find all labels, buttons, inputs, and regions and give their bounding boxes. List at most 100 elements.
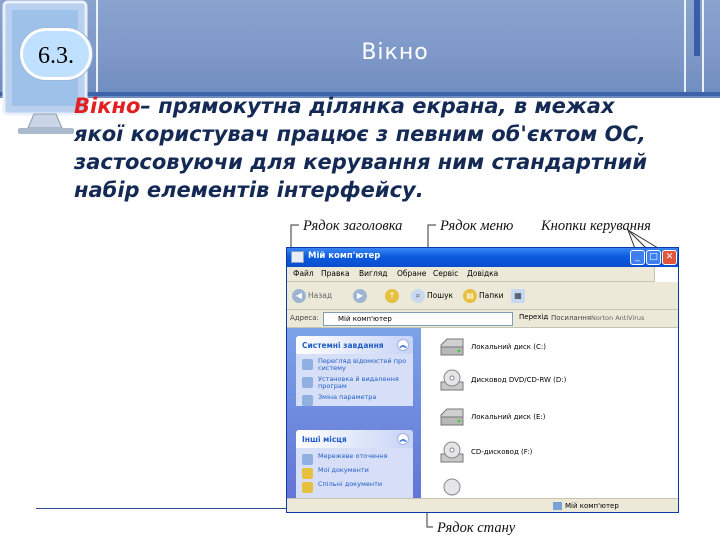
list-item[interactable]: Дисковод DVD/CD-RW (D:) [439, 366, 659, 396]
sidebar-item-label: Спільні документи [318, 480, 383, 488]
computer-icon [291, 251, 304, 263]
sidebar-item-label: Перегляд відомостей про систему [318, 357, 407, 372]
list-item[interactable]: CD-дисковод (F:) [439, 438, 659, 468]
back-label: Назад [308, 291, 333, 300]
slide-number-badge: 6.3. [20, 28, 92, 80]
header-divider [702, 0, 704, 92]
sidebar-item-system-info[interactable]: Перегляд відомостей про систему [296, 358, 413, 376]
slide: Вікно 6.3. Вікно– прямокутна ділянка екр… [0, 0, 720, 540]
sidebar-item-change-setting[interactable]: Зміна параметра [296, 394, 413, 408]
folder-icon [302, 468, 313, 479]
menu-bar: Файл Правка Вигляд Обране Сервіс Довідка [287, 267, 678, 282]
header-divider [684, 0, 686, 92]
sidebar-item-network[interactable]: Мережеве оточення [296, 453, 413, 467]
sidebar-item-my-documents[interactable]: Мої документи [296, 467, 413, 481]
footer-rule [36, 508, 286, 509]
folders-icon: ▤ [463, 289, 477, 303]
menu-edit[interactable]: Правка [321, 269, 350, 278]
definition-line-4: набір елементів інтерфейсу. [74, 178, 424, 202]
definition-line-3: застосовуючи для керування ним стандартн… [74, 150, 648, 174]
callout-menu-bar: Рядок меню [440, 218, 514, 234]
sidebar-item-label: Мої документи [318, 466, 369, 474]
system-tasks-title: Системні завдання [302, 341, 384, 350]
definition-line-1-rest: – прямокутна ділянка екрана, в межах [140, 94, 615, 118]
control-panel-icon [302, 395, 313, 406]
menu-help[interactable]: Довідка [467, 269, 498, 278]
slide-title: Вікно [361, 40, 429, 65]
system-tasks-header[interactable]: Системні завдання ︽ [296, 336, 413, 354]
window-title-bar[interactable]: Мій комп'ютер _ □ ✕ [287, 248, 678, 267]
address-label: Адреса: [290, 314, 319, 322]
close-button[interactable]: ✕ [662, 250, 677, 265]
other-places-title: Інші місця [302, 435, 347, 444]
header-accent-bar [694, 0, 700, 56]
up-folder-button[interactable]: ↑ [385, 288, 401, 304]
go-button[interactable]: Перехід [519, 313, 548, 321]
menu-favorites[interactable]: Обране [397, 269, 426, 278]
minimize-button[interactable]: _ [630, 250, 645, 265]
drive-label: Локальний диск (C:) [471, 343, 546, 351]
collapse-chevron-icon[interactable]: ︽ [397, 433, 409, 445]
menu-tools[interactable]: Сервіс [433, 269, 458, 278]
views-button[interactable]: ▦ [511, 288, 527, 304]
definition-line-2: якої користувач працює з певним об'єктом… [74, 122, 646, 146]
folders-button[interactable]: ▤ Папки [463, 288, 504, 304]
up-folder-icon: ↑ [385, 289, 399, 303]
status-bar: Мій комп'ютер [287, 498, 678, 512]
cd-drive-icon [440, 441, 464, 463]
hard-drive-icon [440, 408, 464, 426]
toolbar: ◀ Назад ▶ ↑ ⌕ Пошук ▤ Папки ▦ [287, 282, 678, 310]
menu-view[interactable]: Вигляд [359, 269, 387, 278]
slide-number: 6.3. [38, 43, 74, 69]
other-places-panel: Інші місця ︽ Мережеве оточення Мої докуме… [296, 430, 413, 500]
drive-label: CD-дисковод (F:) [471, 448, 533, 456]
drive-icon [443, 478, 461, 496]
programs-icon [302, 377, 313, 388]
folder-icon [302, 482, 313, 493]
sidebar-item-shared-documents[interactable]: Спільні документи [296, 481, 413, 495]
definition-term: Вікно [74, 94, 141, 118]
callout-control-buttons: Кнопки керування [541, 218, 651, 234]
status-text: Мій комп'ютер [553, 502, 619, 510]
dvd-drive-icon [440, 369, 464, 391]
search-icon: ⌕ [411, 289, 425, 303]
list-item[interactable]: Локальний диск (C:) [439, 333, 659, 363]
address-bar: Адреса: Мій комп'ютер Перехід Посилання … [287, 310, 678, 328]
views-icon: ▦ [511, 289, 525, 303]
callout-title-bar: Рядок заголовка [303, 218, 403, 234]
network-icon [302, 454, 313, 465]
folders-label: Папки [479, 291, 504, 300]
window-title: Мій комп'ютер [308, 251, 381, 261]
drive-label: Локальний диск (E:) [471, 413, 546, 421]
address-field[interactable]: Мій комп'ютер [323, 312, 513, 326]
definition-text: Вікно– прямокутна ділянка екрана, в межа… [74, 92, 720, 204]
norton-antivirus-button[interactable]: Norton AntiVirus [591, 314, 644, 322]
drive-label: Дисковод DVD/CD-RW (D:) [471, 376, 567, 384]
menu-file[interactable]: Файл [293, 269, 314, 278]
explorer-window[interactable]: Мій комп'ютер _ □ ✕ Файл Правка Вигляд О… [286, 247, 679, 513]
system-tasks-panel: Системні завдання ︽ Перегляд відомостей п… [296, 336, 413, 406]
sidebar-item-label: Мережеве оточення [318, 452, 388, 460]
back-arrow-icon: ◀ [292, 289, 306, 303]
sidebar-item-label: Установка й видалення програм [318, 375, 399, 390]
sidebar-item-label: Зміна параметра [318, 393, 377, 401]
list-item[interactable]: Локальний диск (E:) [439, 403, 659, 433]
collapse-chevron-icon[interactable]: ︽ [397, 339, 409, 351]
system-info-icon [302, 359, 313, 370]
maximize-button[interactable]: □ [646, 250, 661, 265]
task-sidebar: Системні завдання ︽ Перегляд відомостей п… [287, 328, 421, 500]
slide-header: Вікно [0, 0, 720, 98]
links-label[interactable]: Посилання [551, 314, 591, 322]
other-places-header[interactable]: Інші місця ︽ [296, 430, 413, 448]
callout-status-bar: Рядок стану [437, 520, 516, 536]
forward-arrow-icon: ▶ [353, 289, 367, 303]
windows-logo-icon [654, 267, 678, 282]
drives-list: Локальний диск (C:) Дисковод DVD/CD-RW (… [421, 328, 678, 498]
hard-drive-icon [440, 338, 464, 356]
forward-button[interactable]: ▶ [353, 288, 369, 304]
search-label: Пошук [427, 291, 454, 300]
search-button[interactable]: ⌕ Пошук [411, 288, 453, 304]
sidebar-item-add-remove-programs[interactable]: Установка й видалення програм [296, 376, 413, 394]
back-button[interactable]: ◀ Назад [292, 288, 332, 304]
definition-line-1: Вікно– прямокутна ділянка екрана, в межа… [74, 92, 720, 120]
